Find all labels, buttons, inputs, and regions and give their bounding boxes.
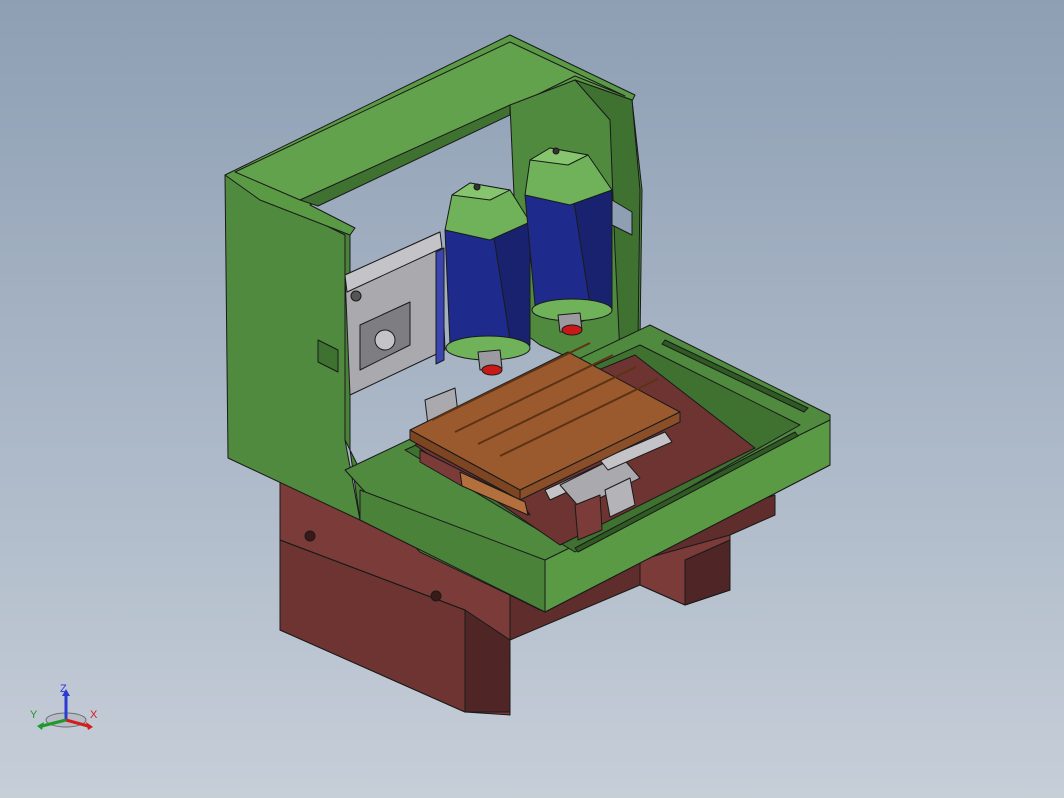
spindle-left[interactable]	[444, 182, 531, 376]
cnc-machine-model[interactable]	[0, 0, 1064, 798]
z-axis-label: Z	[60, 683, 67, 695]
bolt-hole	[430, 590, 442, 602]
bolt-hole	[304, 530, 316, 542]
y-axis-label: Y	[30, 709, 38, 721]
coordinate-triad: Z X Y	[30, 683, 98, 730]
gantry-rail-housing	[344, 231, 446, 396]
cad-viewport[interactable]: Z X Y	[0, 0, 1064, 798]
x-axis-label: X	[90, 709, 98, 721]
spindle-right[interactable]	[524, 147, 613, 336]
